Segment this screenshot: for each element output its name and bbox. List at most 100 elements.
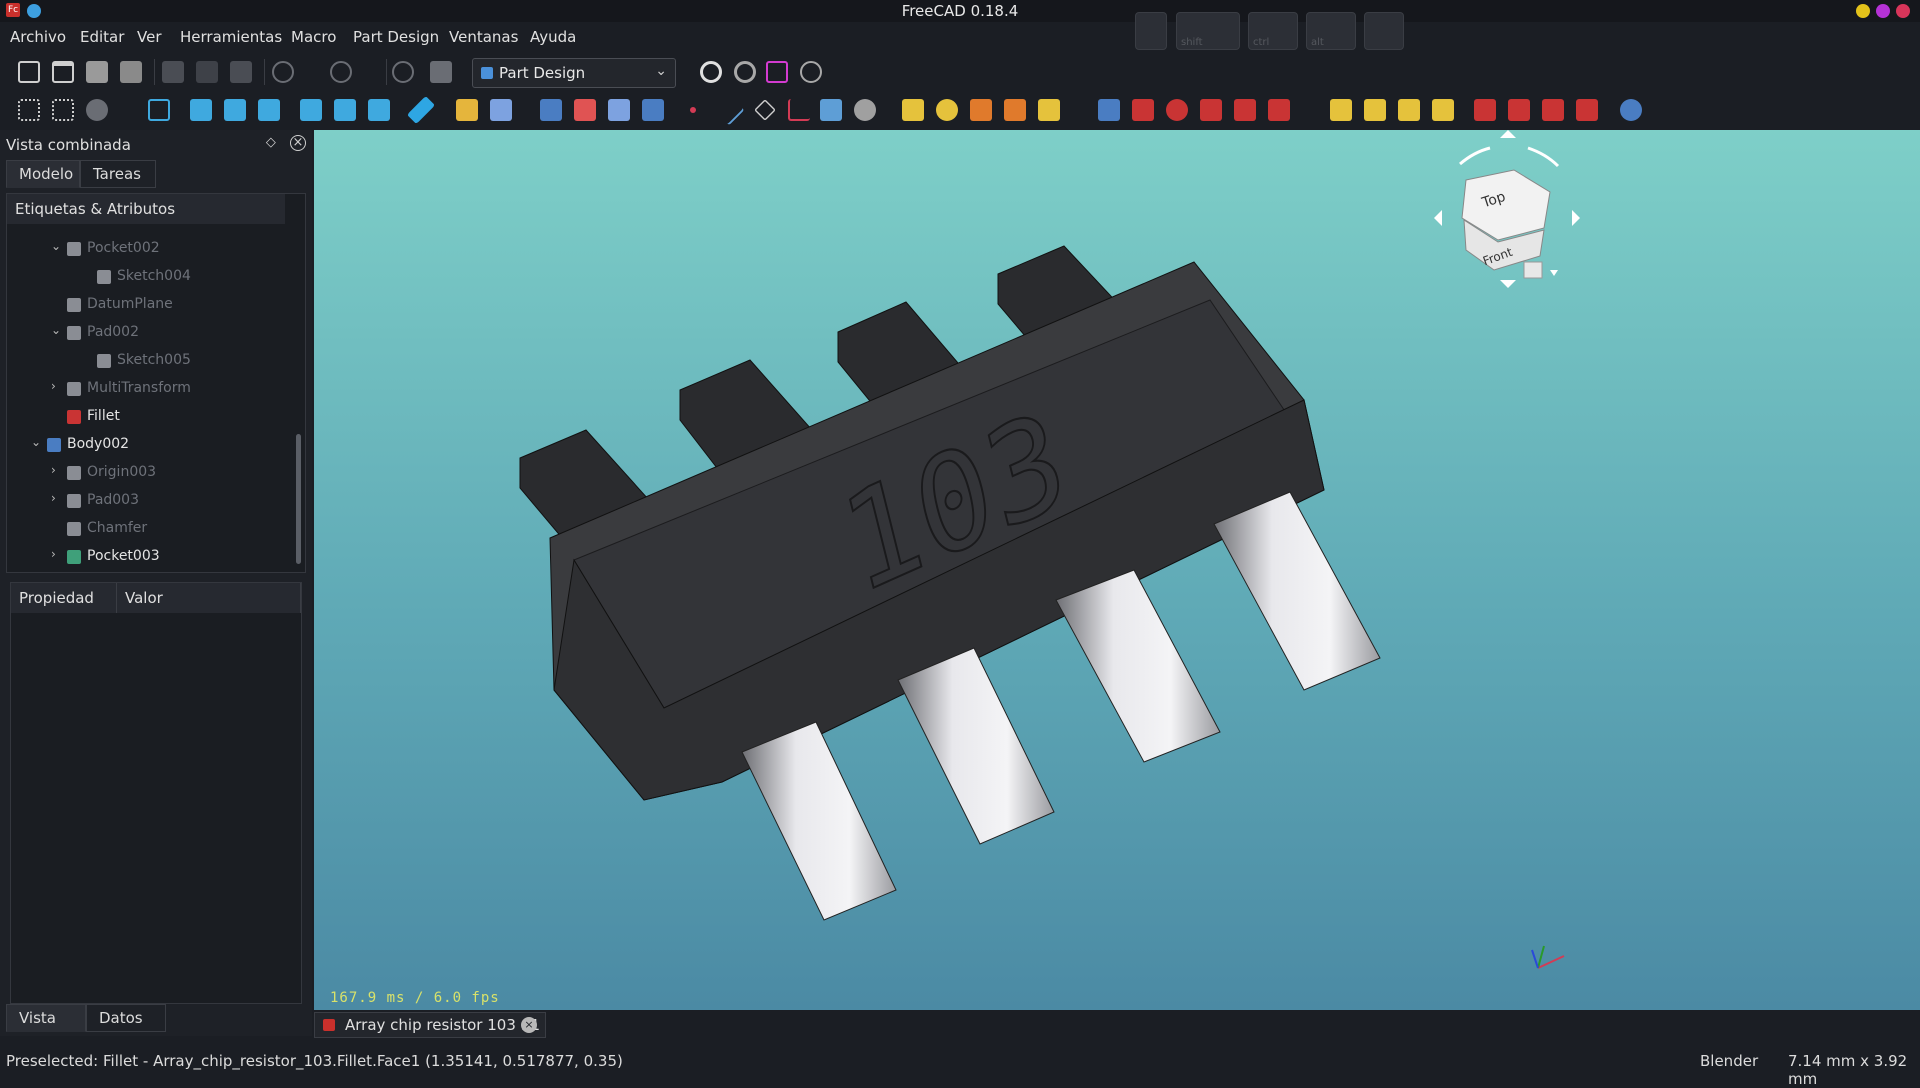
tree-item[interactable]: ⌄ Body002 [7,432,297,458]
mirrored-icon[interactable] [1330,99,1352,121]
chevron-right-icon[interactable]: › [51,463,56,477]
tree-item[interactable]: Sketch005 [7,348,297,374]
macro-stop-icon[interactable] [734,61,756,83]
macro-run-icon[interactable] [800,61,822,83]
new-sketch-icon[interactable] [540,99,562,121]
navigation-cube[interactable]: Top Front [1434,130,1580,288]
menu-archivo[interactable]: Archivo [10,28,66,46]
datum-plane-icon[interactable] [754,99,776,121]
fit-selection-icon[interactable] [52,99,74,121]
draft-icon[interactable] [1542,99,1564,121]
pad-icon[interactable] [902,99,924,121]
whats-this-icon[interactable] [430,61,452,83]
macro-edit-icon[interactable] [766,61,788,83]
tab-tareas[interactable]: Tareas [80,160,156,188]
subtractive-pipe-icon[interactable] [1234,99,1256,121]
validate-sketch-icon[interactable] [574,99,596,121]
draw-style-icon[interactable] [86,99,108,121]
close-button[interactable] [1896,4,1910,18]
tree-item[interactable]: › Pad003 [7,488,297,514]
menu-editar[interactable]: Editar [80,28,124,46]
subtractive-primitive-icon[interactable] [1268,99,1290,121]
close-tab-icon[interactable]: × [521,1017,537,1033]
clone-icon[interactable] [642,99,664,121]
save-icon[interactable] [86,61,108,83]
chevron-down-icon[interactable]: ⌄ [51,323,61,337]
tree-item[interactable]: ⌄ Pad002 [7,320,297,346]
open-icon[interactable] [52,61,74,83]
macro-record-icon[interactable] [700,61,722,83]
fit-all-icon[interactable] [18,99,40,121]
boolean-icon[interactable] [1620,99,1642,121]
tree-item[interactable]: ⌄ Pocket002 [7,236,297,262]
chevron-right-icon[interactable]: › [51,379,56,393]
sub-shape-binder-icon[interactable] [854,99,876,121]
import-icon[interactable] [608,99,630,121]
multitransform-icon[interactable] [1432,99,1454,121]
datum-point-icon[interactable] [690,107,696,113]
fillet-icon[interactable] [1474,99,1496,121]
menu-ventanas[interactable]: Ventanas [449,28,518,46]
tree-item[interactable]: Fillet [7,404,297,430]
local-cs-icon[interactable] [788,99,810,121]
copy-icon[interactable] [196,61,218,83]
view-left-icon[interactable] [368,99,390,121]
view-top-icon[interactable] [224,99,246,121]
undo-icon[interactable] [272,61,294,83]
view-right-icon[interactable] [258,99,280,121]
pocket-icon[interactable] [1098,99,1120,121]
menu-ver[interactable]: Ver [137,28,162,46]
chip-resistor-array-model[interactable]: 103 Top Front [314,130,1920,1010]
workbench-selector[interactable]: Part Design ⌄ [472,58,676,88]
additive-pipe-icon[interactable] [1004,99,1026,121]
shape-binder-icon[interactable] [820,99,842,121]
3d-viewport[interactable]: 103 Top Front 167.9 ms / 6.0 fps [314,130,1920,1010]
tab-modelo[interactable]: Modelo [6,160,80,188]
close-panel-icon[interactable]: × [290,135,306,151]
revolution-icon[interactable] [936,99,958,121]
tree-item[interactable]: Sketch004 [7,264,297,290]
new-icon[interactable] [18,61,40,83]
menu-macro[interactable]: Macro [291,28,336,46]
chevron-down-icon[interactable]: ⌄ [51,239,61,253]
polar-pattern-icon[interactable] [1398,99,1420,121]
menu-herramientas[interactable]: Herramientas [180,28,282,46]
print-icon[interactable] [120,61,142,83]
linear-pattern-icon[interactable] [1364,99,1386,121]
maximize-button[interactable] [1876,4,1890,18]
menu-ayuda[interactable]: Ayuda [530,28,576,46]
navigation-style[interactable]: Blender [1700,1052,1758,1070]
measure-icon[interactable] [406,95,436,125]
tree-item[interactable]: Chamfer [7,516,297,542]
view-front-icon[interactable] [190,99,212,121]
document-tab[interactable]: Array chip resistor 103 : 1 × [314,1012,546,1038]
create-body-icon[interactable] [456,99,478,121]
additive-loft-icon[interactable] [970,99,992,121]
refresh-icon[interactable] [392,61,414,83]
chevron-right-icon[interactable]: › [51,547,56,561]
additive-primitive-icon[interactable] [1038,99,1060,121]
tree-item[interactable]: › MultiTransform [7,376,297,402]
minimize-button[interactable] [1856,4,1870,18]
thickness-icon[interactable] [1576,99,1598,121]
groove-icon[interactable] [1166,99,1188,121]
chevron-down-icon[interactable]: ⌄ [31,435,41,449]
view-isometric-icon[interactable] [148,99,170,121]
paste-icon[interactable] [230,61,252,83]
tab-datos[interactable]: Datos [86,1004,166,1032]
tree-item[interactable]: DatumPlane [7,292,297,318]
view-bottom-icon[interactable] [334,99,356,121]
tab-vista[interactable]: Vista [6,1004,86,1032]
redo-icon[interactable] [330,61,352,83]
tree-item[interactable]: › Origin003 [7,460,297,486]
chamfer-icon[interactable] [1508,99,1530,121]
datum-line-icon[interactable] [713,94,745,126]
create-part-icon[interactable] [490,99,512,121]
tree-item[interactable]: › Pocket003 [7,544,297,570]
float-icon[interactable]: ◇ [266,135,276,150]
menu-part-design[interactable]: Part Design [353,28,439,46]
hole-icon[interactable] [1132,99,1154,121]
chevron-right-icon[interactable]: › [51,491,56,505]
cut-icon[interactable] [162,61,184,83]
subtractive-loft-icon[interactable] [1200,99,1222,121]
